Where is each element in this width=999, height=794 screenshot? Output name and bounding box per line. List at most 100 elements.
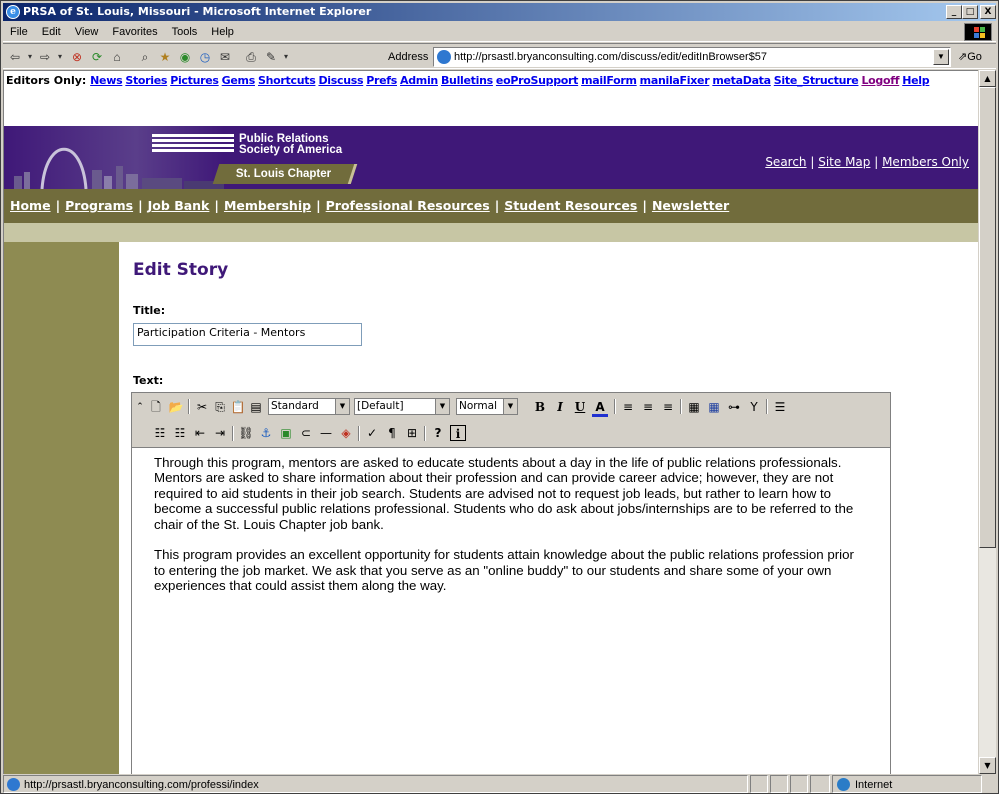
editors-link-logoff[interactable]: Logoff: [861, 74, 899, 87]
stop-icon[interactable]: ⊗: [69, 48, 85, 66]
info-icon[interactable]: i: [450, 425, 466, 441]
paste-icon[interactable]: 📋: [230, 399, 246, 415]
paragraph-marks-icon[interactable]: ¶: [384, 425, 400, 441]
bulleted-list-icon[interactable]: ☷: [172, 425, 188, 441]
go-button[interactable]: ⇗Go: [958, 48, 982, 66]
status-url: http://prsastl.bryanconsulting.com/profe…: [24, 779, 259, 791]
menu-tools[interactable]: Tools: [165, 22, 205, 42]
bullet-list-icon[interactable]: ☰: [772, 399, 788, 415]
editors-link-news[interactable]: News: [90, 74, 122, 87]
paste-text-icon[interactable]: ▤: [248, 399, 264, 415]
editors-link-stories[interactable]: Stories: [125, 74, 167, 87]
menu-view[interactable]: View: [68, 22, 106, 42]
new-document-icon[interactable]: 🗋: [148, 399, 164, 415]
editors-link-metadata[interactable]: metaData: [712, 74, 771, 87]
nav-newsletter[interactable]: Newsletter: [652, 198, 729, 213]
close-button[interactable]: X: [980, 5, 996, 19]
style-select[interactable]: Standard ▼: [268, 398, 350, 415]
editors-link-mailform[interactable]: mailForm: [581, 74, 637, 87]
nav-professional-resources[interactable]: Professional Resources: [326, 198, 490, 213]
font-select[interactable]: [Default] ▼: [354, 398, 450, 415]
editors-link-discuss[interactable]: Discuss: [318, 74, 363, 87]
open-folder-icon[interactable]: 📂: [168, 399, 184, 415]
mail-icon[interactable]: ✉: [217, 48, 233, 66]
editors-link-bulletins[interactable]: Bulletins: [441, 74, 493, 87]
back-icon[interactable]: ⇦: [7, 48, 23, 66]
collapse-icon[interactable]: ⌃: [132, 399, 148, 415]
menu-edit[interactable]: Edit: [35, 22, 68, 42]
editors-link-site-structure[interactable]: Site_Structure: [774, 74, 859, 87]
site-map-link[interactable]: Site Map: [818, 155, 870, 169]
nav-student-resources[interactable]: Student Resources: [504, 198, 637, 213]
insert-column-icon[interactable]: Y: [746, 399, 762, 415]
editors-link-prefs[interactable]: Prefs: [366, 74, 397, 87]
editors-link-shortcuts[interactable]: Shortcuts: [258, 74, 316, 87]
scroll-down-icon[interactable]: ▼: [979, 757, 996, 774]
menu-favorites[interactable]: Favorites: [105, 22, 164, 42]
forward-dropdown-icon[interactable]: ▾: [55, 48, 65, 66]
home-icon[interactable]: ⌂: [109, 48, 125, 66]
forward-icon[interactable]: ⇨: [37, 48, 53, 66]
table-icon[interactable]: ▦: [686, 399, 702, 415]
refresh-icon[interactable]: ⟳: [89, 48, 105, 66]
favorites-icon[interactable]: ★: [157, 48, 173, 66]
horizontal-rule-icon[interactable]: —: [318, 425, 334, 441]
table-properties-icon[interactable]: ▦: [706, 399, 722, 415]
align-center-icon[interactable]: ≡: [640, 399, 656, 415]
bold-icon[interactable]: B: [532, 399, 548, 415]
style-dropdown-icon: ▼: [335, 399, 349, 414]
media-icon[interactable]: ◉: [177, 48, 193, 66]
minimize-button[interactable]: _: [946, 5, 962, 19]
editors-link-admin[interactable]: Admin: [400, 74, 438, 87]
search-link[interactable]: Search: [765, 155, 806, 169]
outdent-icon[interactable]: ⇤: [192, 425, 208, 441]
numbered-list-icon[interactable]: ☷: [152, 425, 168, 441]
back-dropdown-icon[interactable]: ▾: [25, 48, 35, 66]
editor-body[interactable]: Through this program, mentors are asked …: [154, 455, 854, 609]
image-icon[interactable]: ▣: [278, 425, 294, 441]
maximize-button[interactable]: □: [962, 5, 978, 19]
align-left-icon[interactable]: ≡: [620, 399, 636, 415]
spellcheck-icon[interactable]: ✓: [364, 425, 380, 441]
special-char-icon[interactable]: ◈: [338, 425, 354, 441]
copy-icon[interactable]: ⎘: [212, 399, 228, 415]
edit-icon[interactable]: ✎: [263, 48, 279, 66]
help-icon[interactable]: ?: [430, 425, 446, 441]
anchor-icon[interactable]: ⚓: [258, 425, 274, 441]
nav-programs[interactable]: Programs: [65, 198, 133, 213]
menu-file[interactable]: File: [3, 22, 35, 42]
editors-link-gems[interactable]: Gems: [222, 74, 256, 87]
members-only-link[interactable]: Members Only: [882, 155, 969, 169]
link-icon[interactable]: ⛓: [238, 425, 254, 441]
italic-icon[interactable]: I: [552, 399, 568, 415]
underline-icon[interactable]: U: [572, 399, 588, 415]
title-input[interactable]: Participation Criteria - Mentors: [133, 323, 362, 346]
address-input[interactable]: http://prsastl.bryanconsulting.com/discu…: [433, 47, 951, 67]
edit-dropdown-icon[interactable]: ▾: [281, 48, 291, 66]
vertical-scrollbar[interactable]: ▲ ▼: [979, 70, 996, 774]
insert-row-icon[interactable]: ⊶: [726, 399, 742, 415]
html-source-icon[interactable]: ⊞: [404, 425, 420, 441]
indent-icon[interactable]: ⇥: [212, 425, 228, 441]
history-icon[interactable]: ◷: [197, 48, 213, 66]
align-right-icon[interactable]: ≡: [660, 399, 676, 415]
title-bar[interactable]: e PRSA of St. Louis, Missouri - Microsof…: [3, 3, 996, 21]
menu-help[interactable]: Help: [204, 22, 241, 42]
nav-membership[interactable]: Membership: [224, 198, 311, 213]
size-select[interactable]: Normal ▼: [456, 398, 518, 415]
nav-job-bank[interactable]: Job Bank: [148, 198, 210, 213]
scroll-thumb[interactable]: [979, 87, 996, 548]
address-dropdown-icon[interactable]: ▼: [933, 49, 949, 65]
editors-link-eoprosupport[interactable]: eoProSupport: [496, 74, 579, 87]
search-icon[interactable]: ⌕: [137, 48, 153, 66]
scroll-up-icon[interactable]: ▲: [979, 70, 996, 87]
editors-link-help[interactable]: Help: [902, 74, 929, 87]
editors-link-manilafixer[interactable]: manilaFixer: [640, 74, 710, 87]
attachment-icon[interactable]: ⊂: [298, 425, 314, 441]
editors-link-pictures[interactable]: Pictures: [170, 74, 219, 87]
nav-home[interactable]: Home: [10, 198, 51, 213]
print-icon[interactable]: ⎙: [243, 48, 259, 66]
prsa-logo-icon: [152, 134, 236, 152]
cut-icon[interactable]: ✂: [194, 399, 210, 415]
font-color-icon[interactable]: A: [592, 399, 608, 417]
